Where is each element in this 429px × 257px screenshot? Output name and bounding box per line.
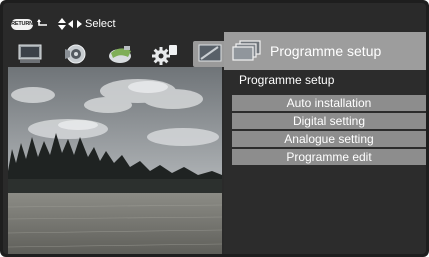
tab-picture[interactable]: [13, 41, 47, 67]
up-down-arrow-icon: [58, 18, 66, 30]
panel-header: Programme setup: [224, 32, 426, 70]
tv-preview-image: [8, 67, 222, 254]
tab-option[interactable]: [193, 41, 227, 67]
panel-title: Programme setup: [270, 43, 382, 59]
left-right-arrow-icon: [68, 20, 82, 28]
back-arrow-icon: [37, 19, 47, 26]
category-tabs: [13, 41, 238, 67]
tab-power[interactable]: [103, 41, 137, 67]
landscape-image: [8, 67, 222, 254]
power-plug-icon: [109, 46, 131, 63]
panel-subtitle: Programme setup: [239, 73, 335, 87]
menu-item-programme-edit[interactable]: Programme edit: [232, 149, 426, 165]
speaker-icon: [65, 44, 86, 64]
hint-bar: RETURN Select: [11, 17, 116, 31]
programme-setup-menu: Auto installation Digital setting Analog…: [232, 95, 426, 167]
menu-screen: RETURN Select Programme setup Programme …: [3, 3, 426, 254]
tab-setup[interactable]: [148, 41, 182, 67]
menu-item-analogue-setting[interactable]: Analogue setting: [232, 131, 426, 147]
return-button-icon: RETURN: [11, 18, 33, 30]
menu-item-auto-installation[interactable]: Auto installation: [232, 95, 426, 111]
screen-option-icon: [198, 44, 222, 62]
gear-icon: [152, 45, 177, 65]
navigation-hint: [58, 18, 82, 30]
picture-icon: [18, 44, 42, 63]
menu-item-digital-setting[interactable]: Digital setting: [232, 113, 426, 129]
tab-audio[interactable]: [58, 41, 92, 67]
programme-setup-icon: [232, 40, 261, 61]
select-hint-label: Select: [85, 18, 116, 30]
tv-frame: RETURN Select Programme setup Programme …: [0, 0, 429, 257]
